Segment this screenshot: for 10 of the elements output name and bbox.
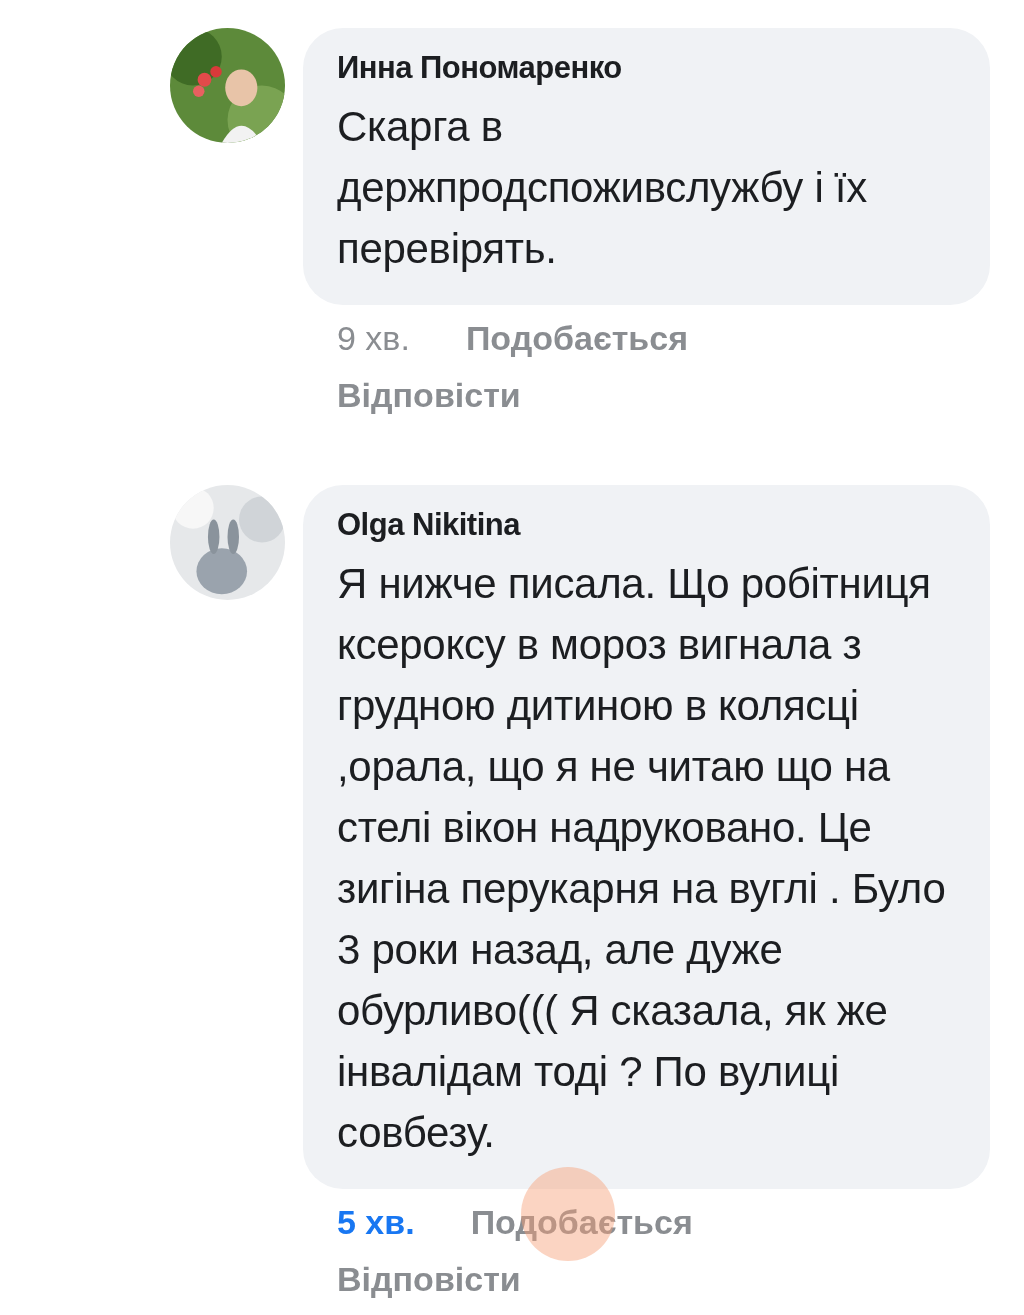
comment-text: Скарга в держпродспоживслужбу і їх перевірять. bbox=[337, 102, 868, 274]
action-link[interactable]: Відповісти bbox=[337, 376, 521, 415]
author-name: Olga Nikitina bbox=[337, 507, 522, 543]
comment-time: 5 хв. bbox=[337, 1203, 415, 1242]
action-link[interactable]: Подобається bbox=[470, 1203, 693, 1242]
comment-time: 9 хв. bbox=[337, 319, 410, 358]
comment-text: Я нижче писала. Що робітниця ксероксу в мороз вигнала з грудною дитиною в колясці ,орала, що я не читаю що на стелі вікон надруковано. Це зигіна перукарня на вуглі . Було 3 роки назад, але дуже обурливо((( Я сказала, як же інвалідам тоді ? По вулиці совбезу. bbox=[337, 559, 947, 1158]
action-link[interactable]: Подобається bbox=[465, 319, 688, 358]
action-link[interactable]: Відповісти bbox=[337, 1260, 521, 1299]
author-name: Инна Пономаренко bbox=[337, 50, 623, 86]
